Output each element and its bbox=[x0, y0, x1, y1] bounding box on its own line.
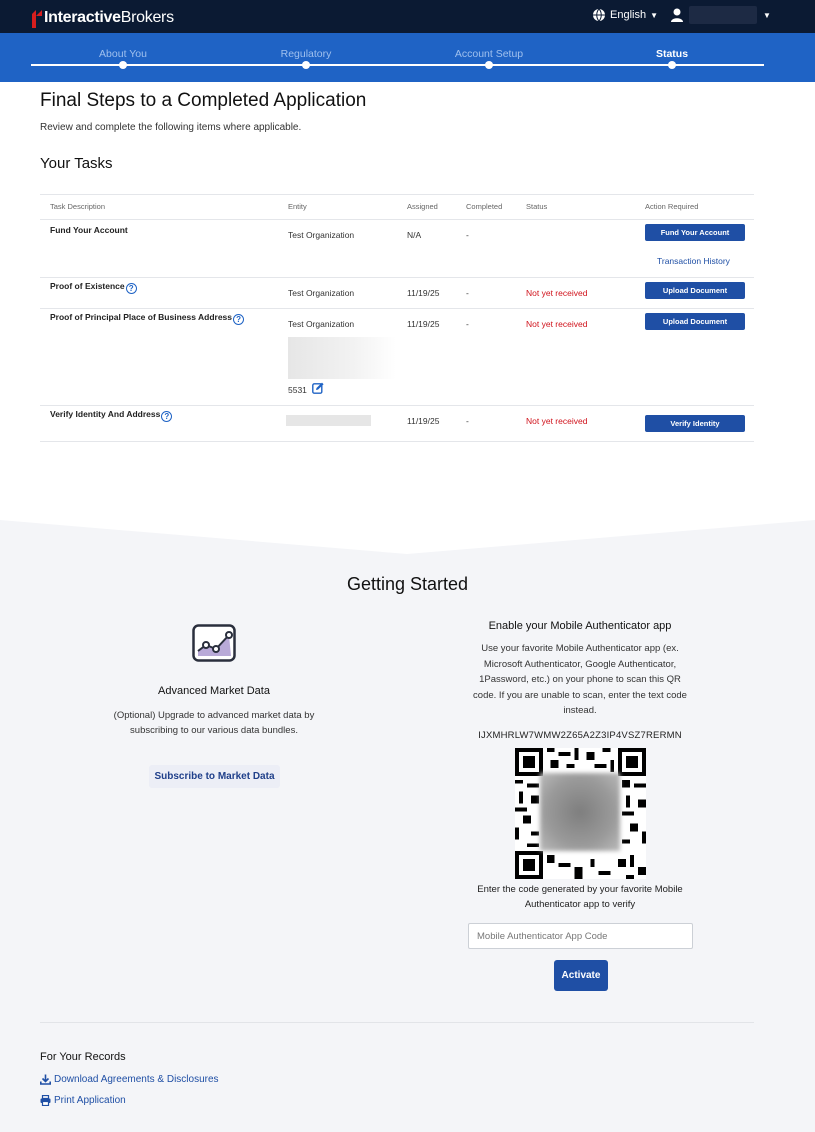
step-dot bbox=[485, 61, 493, 69]
redacted-address bbox=[288, 337, 396, 379]
activate-button[interactable]: Activate bbox=[554, 960, 608, 991]
print-application-label: Print Application bbox=[54, 1095, 126, 1106]
progress-stepbar: About You Regulatory Account Setup Statu… bbox=[0, 33, 815, 82]
table-divider bbox=[40, 219, 754, 220]
help-icon[interactable]: ? bbox=[125, 283, 137, 294]
download-agreements-link[interactable]: Download Agreements & Disclosures bbox=[40, 1074, 219, 1085]
getting-started-section bbox=[0, 520, 815, 1132]
transaction-history-link[interactable]: Transaction History bbox=[657, 256, 730, 266]
redacted-entity bbox=[286, 415, 371, 426]
task-completed: - bbox=[466, 288, 469, 298]
task-description: Fund Your Account bbox=[50, 225, 128, 235]
table-divider bbox=[40, 405, 754, 406]
top-navbar: InteractiveBrokers English ▼ ▼ bbox=[0, 0, 815, 33]
task-description-cell: Verify Identity And Address? bbox=[50, 409, 173, 422]
authenticator-enter-instructions: Enter the code generated by your favorit… bbox=[477, 884, 683, 910]
globe-icon bbox=[593, 8, 605, 22]
page-title: Final Steps to a Completed Application bbox=[40, 90, 367, 111]
task-description-cell: Proof of Principal Place of Business Add… bbox=[50, 312, 245, 325]
task-entity: Test Organization bbox=[288, 319, 355, 329]
task-status: Not yet received bbox=[526, 319, 588, 329]
edit-icon[interactable] bbox=[312, 382, 324, 394]
column-header-status: Status bbox=[526, 202, 548, 211]
task-completed: - bbox=[466, 230, 469, 240]
task-completed: - bbox=[466, 319, 469, 329]
task-description: Proof of Principal Place of Business Add… bbox=[50, 312, 233, 322]
task-entity: Test Organization bbox=[288, 230, 355, 240]
user-icon bbox=[671, 8, 683, 22]
page-subtitle: Review and complete the following items … bbox=[40, 122, 302, 133]
records-divider bbox=[40, 1022, 754, 1023]
fund-account-button[interactable]: Fund Your Account bbox=[645, 224, 745, 241]
authenticator-code-input[interactable] bbox=[468, 923, 693, 949]
brand-bold: Interactive bbox=[44, 9, 121, 26]
table-divider bbox=[40, 441, 754, 442]
task-assigned: 11/19/25 bbox=[407, 319, 440, 329]
task-assigned: 11/19/25 bbox=[407, 288, 440, 298]
column-header-action: Action Required bbox=[645, 202, 699, 211]
chevron-down-icon: ▼ bbox=[650, 10, 658, 20]
print-application-link[interactable]: Print Application bbox=[40, 1095, 126, 1106]
upload-document-button[interactable]: Upload Document bbox=[645, 282, 745, 299]
task-description-cell: Proof of Existence? bbox=[50, 281, 137, 294]
task-description: Proof of Existence bbox=[50, 281, 125, 291]
column-header-completed: Completed bbox=[466, 202, 503, 211]
section-notch-shape bbox=[0, 520, 815, 554]
task-status: Not yet received bbox=[526, 416, 588, 426]
verify-identity-button[interactable]: Verify Identity bbox=[645, 415, 745, 432]
brand-light: Brokers bbox=[120, 9, 174, 26]
task-description: Verify Identity And Address bbox=[50, 409, 161, 419]
task-assigned: N/A bbox=[407, 230, 422, 240]
market-data-chart-icon bbox=[192, 624, 236, 662]
authenticator-title: Enable your Mobile Authenticator app bbox=[488, 620, 672, 632]
download-icon bbox=[40, 1074, 51, 1085]
authenticator-text-code: IJXMHRLW7WMW2Z65A2Z3IP4VSZ7RERMN bbox=[478, 730, 682, 741]
step-status[interactable]: Status bbox=[656, 48, 688, 60]
progress-line bbox=[31, 64, 764, 66]
step-about-you[interactable]: About You bbox=[99, 48, 147, 60]
ib-logo-mark-icon bbox=[32, 10, 42, 28]
ib-logo[interactable]: InteractiveBrokers bbox=[30, 7, 174, 29]
market-data-title: Advanced Market Data bbox=[158, 685, 270, 697]
tasks-title: Your Tasks bbox=[40, 155, 113, 172]
qr-redaction-blur bbox=[540, 773, 620, 851]
subscribe-market-data-button[interactable]: Subscribe to Market Data bbox=[149, 765, 280, 788]
table-divider bbox=[40, 308, 754, 309]
column-header-assigned: Assigned bbox=[407, 202, 438, 211]
step-account-setup[interactable]: Account Setup bbox=[455, 48, 523, 60]
download-agreements-label: Download Agreements & Disclosures bbox=[54, 1074, 219, 1085]
column-header-task: Task Description bbox=[50, 202, 106, 211]
task-entity: Test Organization bbox=[288, 288, 355, 298]
task-completed: - bbox=[466, 416, 469, 426]
getting-started-title: Getting Started bbox=[346, 574, 469, 594]
step-dot bbox=[668, 61, 676, 69]
table-divider bbox=[40, 277, 754, 278]
step-regulatory[interactable]: Regulatory bbox=[281, 48, 332, 60]
entity-extra: 5531 bbox=[288, 385, 307, 395]
chevron-down-icon: ▼ bbox=[763, 10, 771, 20]
help-icon[interactable]: ? bbox=[233, 314, 245, 325]
help-icon[interactable]: ? bbox=[161, 411, 173, 422]
language-selector[interactable]: English ▼ bbox=[592, 8, 658, 22]
records-title: For Your Records bbox=[40, 1051, 126, 1063]
step-dot bbox=[302, 61, 310, 69]
user-name-redacted bbox=[689, 6, 757, 24]
user-menu[interactable]: ▼ bbox=[671, 6, 771, 24]
task-assigned: 11/19/25 bbox=[407, 416, 440, 426]
step-dot bbox=[119, 61, 127, 69]
table-divider bbox=[40, 194, 754, 195]
column-header-entity: Entity bbox=[288, 202, 307, 211]
upload-document-button[interactable]: Upload Document bbox=[645, 313, 745, 330]
language-label: English bbox=[610, 9, 647, 21]
printer-icon bbox=[40, 1095, 51, 1106]
market-data-description: (Optional) Upgrade to advanced market da… bbox=[113, 710, 315, 736]
authenticator-description: Use your favorite Mobile Authenticator a… bbox=[473, 643, 687, 716]
task-status: Not yet received bbox=[526, 288, 588, 298]
